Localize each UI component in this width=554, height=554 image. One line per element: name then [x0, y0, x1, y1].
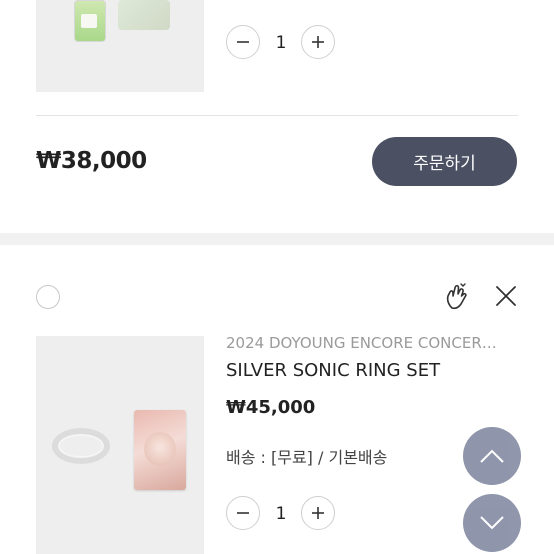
- chevron-up-icon: [480, 449, 504, 463]
- chevron-down-icon: [480, 516, 504, 530]
- item-total-price: ₩38,000: [36, 148, 147, 174]
- product-image-card: [118, 0, 170, 30]
- shipping-info: 배송 : [무료] / 기본배송: [226, 448, 388, 467]
- increase-quantity-button[interactable]: [301, 496, 335, 530]
- product-price: ₩45,000: [226, 397, 316, 418]
- plus-icon: [312, 36, 324, 48]
- product-thumbnail[interactable]: [36, 336, 204, 554]
- product-image-ring: [52, 428, 110, 464]
- section-separator: [0, 233, 554, 245]
- decrease-quantity-button[interactable]: [226, 496, 260, 530]
- plus-icon: [312, 507, 324, 519]
- scroll-down-button[interactable]: [463, 494, 521, 552]
- product-image-photocard: [134, 410, 186, 490]
- divider: [36, 115, 518, 116]
- select-item-checkbox[interactable]: [36, 285, 60, 309]
- decrease-quantity-button[interactable]: [226, 25, 260, 59]
- quantity-value: 1: [275, 504, 287, 524]
- finger-heart-icon[interactable]: [444, 282, 470, 310]
- quantity-value: 1: [275, 33, 287, 53]
- product-series: 2024 DOYOUNG ENCORE CONCER…: [226, 334, 497, 352]
- scroll-up-button[interactable]: [463, 427, 521, 485]
- product-thumbnail-prev[interactable]: [36, 0, 204, 92]
- order-button[interactable]: 주문하기: [372, 137, 517, 186]
- increase-quantity-button[interactable]: [301, 25, 335, 59]
- close-icon[interactable]: [494, 284, 518, 308]
- minus-icon: [237, 41, 249, 43]
- product-name[interactable]: SILVER SONIC RING SET: [226, 360, 440, 381]
- photocard-portrait: [144, 432, 176, 466]
- bottle-label: [81, 14, 97, 28]
- minus-icon: [237, 512, 249, 514]
